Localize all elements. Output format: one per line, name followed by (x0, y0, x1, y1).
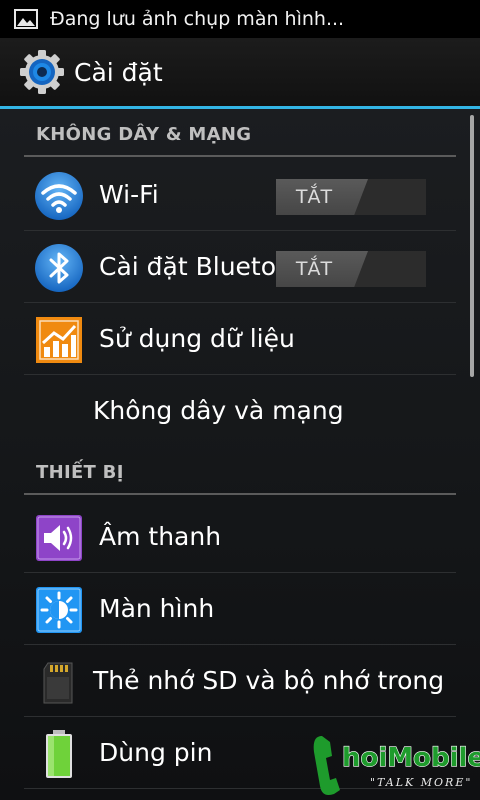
image-notification-icon (14, 9, 38, 29)
settings-item-data-usage[interactable]: Sử dụng dữ liệu (24, 303, 456, 375)
scrollbar[interactable] (470, 115, 474, 377)
section-header-wireless: KHÔNG DÂY & MẠNG (24, 109, 456, 157)
section-header-label: KHÔNG DÂY & MẠNG (36, 124, 252, 145)
svg-text:hoiMobile: hoiMobile (342, 743, 480, 773)
data-usage-label: Sử dụng dữ liệu (99, 324, 295, 353)
settings-item-bluetooth[interactable]: Cài đặt Bluetooth TẮT (24, 231, 456, 303)
storage-label: Thẻ nhớ SD và bộ nhớ trong (93, 666, 445, 695)
choimobile-watermark-logo: hoiMobile "TALK MORE" (313, 736, 480, 795)
section-header-device: THIẾT BỊ (24, 447, 456, 495)
wifi-icon (35, 172, 83, 220)
status-bar[interactable]: Đang lưu ảnh chụp màn hình... (0, 0, 480, 38)
section-header-label: THIẾT BỊ (36, 462, 124, 483)
bluetooth-icon (35, 244, 83, 292)
svg-text:"TALK MORE": "TALK MORE" (370, 776, 472, 789)
volume-icon (36, 515, 82, 561)
bluetooth-label: Cài đặt Bluetooth (99, 252, 275, 281)
battery-label: Dùng pin (99, 738, 213, 767)
battery-icon (46, 730, 72, 778)
settings-item-sound[interactable]: Âm thanh (24, 501, 456, 573)
settings-item-display[interactable]: Màn hình (24, 573, 456, 645)
sound-label: Âm thanh (99, 522, 222, 551)
settings-gear-icon[interactable] (18, 48, 66, 96)
settings-item-wireless-more[interactable]: Không dây và mạng (24, 375, 456, 447)
wifi-toggle[interactable]: TẮT (276, 179, 426, 215)
status-notification-text: Đang lưu ảnh chụp màn hình... (50, 8, 345, 30)
display-label: Màn hình (99, 594, 215, 623)
bluetooth-toggle-label: TẮT (295, 258, 333, 280)
wireless-more-label: Không dây và mạng (93, 396, 344, 425)
sd-card-icon (43, 662, 73, 704)
bluetooth-toggle[interactable]: TẮT (276, 251, 426, 287)
settings-item-storage[interactable]: Thẻ nhớ SD và bộ nhớ trong (24, 645, 456, 717)
wifi-label: Wi-Fi (99, 180, 159, 209)
data-usage-chart-icon (36, 317, 82, 363)
brightness-icon (36, 587, 82, 633)
settings-item-wifi[interactable]: Wi-Fi TẮT (24, 159, 456, 231)
settings-list[interactable]: KHÔNG DÂY & MẠNG Wi-Fi TẮT Cài đặt Bluet… (0, 109, 480, 800)
page-title: Cài đặt (74, 57, 163, 87)
action-bar: Cài đặt (0, 38, 480, 106)
wifi-toggle-label: TẮT (295, 186, 333, 208)
